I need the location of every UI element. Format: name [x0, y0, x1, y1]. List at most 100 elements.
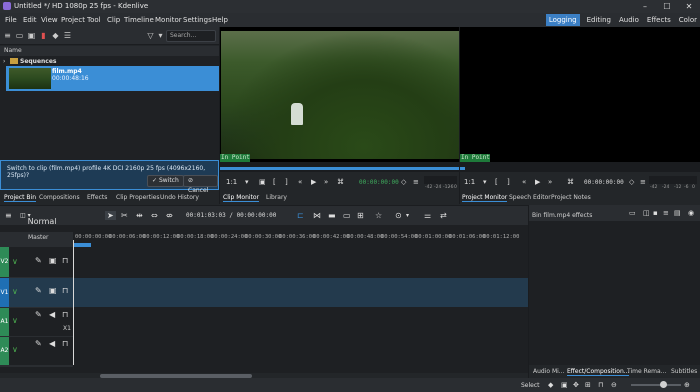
layout-color[interactable]: Color: [678, 14, 698, 26]
clip-monitor-view[interactable]: [219, 27, 459, 162]
track-split-icon[interactable]: ⊏: [297, 211, 304, 220]
zoom-out-icon[interactable]: ⊖: [611, 381, 617, 389]
loop-icon[interactable]: ⌘: [337, 178, 344, 186]
track-v2[interactable]: V2 ∨ ✎ ▣ ⊓: [0, 247, 528, 277]
insert-icon[interactable]: ⊞: [357, 211, 364, 220]
bin-column-header[interactable]: Name: [0, 46, 219, 56]
tab-effects[interactable]: Effects: [87, 194, 107, 201]
minimize-button[interactable]: –: [634, 0, 656, 13]
sequences-folder[interactable]: › Sequences: [0, 57, 219, 66]
select-tool-icon[interactable]: ➤: [105, 211, 116, 220]
tab-project-bin[interactable]: Project Bin: [4, 194, 37, 202]
track-v1[interactable]: V1 ∨ ✎ ▣ ⊓: [0, 278, 528, 307]
chevron-down-icon[interactable]: ▾: [406, 212, 409, 219]
chevron-down-icon[interactable]: ∨: [12, 316, 18, 325]
layout-audio[interactable]: Audio: [618, 14, 640, 26]
forward-icon[interactable]: »: [548, 178, 552, 186]
pencil-icon[interactable]: ✎: [35, 286, 42, 295]
chevron-down-icon[interactable]: ∨: [12, 257, 18, 266]
project-timecode[interactable]: 00:00:00:00: [584, 179, 624, 186]
folder-icon[interactable]: ▣: [27, 31, 36, 40]
set-in-icon[interactable]: [: [273, 178, 276, 186]
zoom-in-icon[interactable]: ⊕: [684, 381, 690, 389]
search-input[interactable]: Search...: [166, 30, 216, 42]
tab-speech-editor[interactable]: Speech Editor: [509, 194, 551, 201]
menu-icon[interactable]: ≡: [640, 178, 646, 186]
project-monitor-view[interactable]: [459, 27, 700, 162]
menu-icon[interactable]: ≡: [663, 209, 669, 217]
layout-effects[interactable]: Effects: [646, 14, 672, 26]
record-icon[interactable]: ⊙: [395, 211, 402, 220]
playhead[interactable]: [73, 240, 74, 365]
set-in-icon[interactable]: [: [495, 178, 498, 186]
collapse-icon[interactable]: ▭: [629, 209, 636, 217]
menu-edit[interactable]: Edit: [23, 16, 37, 24]
tab-library[interactable]: Library: [266, 194, 287, 201]
chevron-right-icon[interactable]: ›: [3, 58, 5, 65]
set-out-icon[interactable]: ]: [285, 178, 288, 186]
zoom-select[interactable]: 1:1: [226, 178, 237, 186]
lock-icon[interactable]: ⊓: [62, 339, 68, 348]
clip-timecode[interactable]: 00:00:00:00: [359, 179, 399, 186]
settings-icon[interactable]: ▤: [674, 209, 681, 217]
switch-button[interactable]: ✓ Switch: [147, 175, 184, 187]
zoom-select[interactable]: 1:1: [464, 178, 475, 186]
zoom-slider-handle[interactable]: [660, 381, 667, 388]
layout-editing[interactable]: Editing: [586, 14, 612, 26]
add-clip-icon[interactable]: ▭: [15, 31, 24, 40]
sliders-icon[interactable]: ⚌: [424, 211, 431, 220]
tab-project-notes[interactable]: Project Notes: [551, 194, 591, 201]
chevron-down-icon[interactable]: ▾: [245, 178, 249, 186]
forward-icon[interactable]: »: [324, 178, 328, 186]
chevron-down-icon[interactable]: ∨: [12, 287, 18, 296]
timeline-ruler[interactable]: 00:00:00:00 00:00:06:00 00:00:12:00 00:0…: [73, 232, 528, 246]
rewind-icon[interactable]: «: [298, 178, 302, 186]
compare-icon[interactable]: ◫: [643, 209, 650, 217]
set-out-icon[interactable]: ]: [507, 178, 510, 186]
track-label[interactable]: V2: [0, 247, 9, 277]
play-icon[interactable]: ▶: [311, 178, 316, 186]
zoom-slider[interactable]: [631, 384, 681, 386]
track-a2[interactable]: A2 ∨ ✎ ◀ ⊓: [0, 337, 528, 365]
snap-icon[interactable]: ⋈: [313, 211, 321, 220]
save-icon[interactable]: ▪: [653, 209, 658, 217]
pencil-icon[interactable]: ✎: [35, 339, 42, 348]
project-monitor-ruler[interactable]: [459, 162, 700, 172]
spacer-tool-icon[interactable]: ⇹: [136, 211, 143, 220]
filter-icon[interactable]: ▽: [146, 31, 155, 40]
close-button[interactable]: ✕: [678, 0, 700, 13]
menu-monitor[interactable]: Monitor: [155, 16, 182, 24]
menu-help[interactable]: Help: [212, 16, 228, 24]
color-icon[interactable]: ◆: [548, 381, 553, 389]
maximize-button[interactable]: ☐: [656, 0, 678, 13]
lock-icon[interactable]: ⊓: [62, 310, 68, 319]
speaker-icon[interactable]: ◀: [49, 339, 55, 348]
lock-icon[interactable]: ⊓: [62, 256, 68, 265]
panel-divider[interactable]: [459, 27, 460, 204]
panel-divider[interactable]: [528, 205, 529, 378]
lock-icon[interactable]: ⊓: [62, 286, 68, 295]
menu-settings[interactable]: Settings: [183, 16, 212, 24]
loop-icon[interactable]: ⌘: [567, 178, 574, 186]
layout-logging[interactable]: Logging: [545, 14, 580, 26]
tab-clip-monitor[interactable]: Clip Monitor: [223, 194, 260, 202]
timeline-timecode[interactable]: 00:01:03:03 / 00:00:00:00: [186, 212, 276, 219]
tab-subtitles[interactable]: Subtitles: [671, 368, 697, 375]
menu-tool[interactable]: Tool: [87, 16, 101, 24]
clip-zone-bar[interactable]: [219, 167, 459, 170]
tab-effect-composition[interactable]: Effect/Composition...: [567, 368, 630, 376]
speaker-icon[interactable]: ◀: [49, 310, 55, 319]
tab-project-monitor[interactable]: Project Monitor: [462, 194, 508, 202]
crop-icon[interactable]: ▣: [259, 178, 266, 186]
menu-icon[interactable]: ≡: [5, 211, 12, 220]
tab-audio-mixer[interactable]: Audio Mi...: [533, 368, 565, 375]
favorite-icon[interactable]: ☆: [375, 211, 382, 220]
chevron-down-icon[interactable]: ▾: [483, 178, 487, 186]
delete-icon[interactable]: ▮: [39, 31, 48, 40]
menu-project[interactable]: Project: [61, 16, 85, 24]
panel-divider[interactable]: [219, 27, 220, 204]
menu-icon[interactable]: ≡: [413, 178, 419, 186]
edit-mode-select[interactable]: ◫ Normal Mode ▾: [20, 212, 57, 235]
menu-timeline[interactable]: Timeline: [124, 16, 154, 24]
track-label[interactable]: A2: [0, 337, 9, 365]
